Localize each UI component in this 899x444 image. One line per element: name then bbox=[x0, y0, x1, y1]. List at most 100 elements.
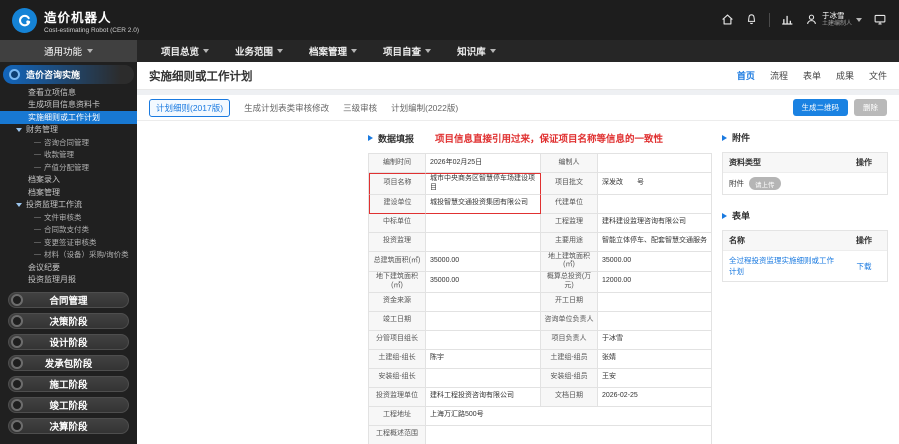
form-label: 安装组-组员 bbox=[541, 368, 598, 388]
nav-menu-item[interactable]: 项目自查 bbox=[383, 44, 432, 58]
sidebar-item-label: 文件审核类 bbox=[44, 212, 82, 222]
form-value bbox=[426, 213, 541, 233]
form-label: 投资监理单位 bbox=[369, 387, 426, 407]
nav-menu-item-label: 知识库 bbox=[457, 47, 486, 58]
content-row: 数据填报 项目信息直接引用过来，保证项目名称等信息的一致性 编制时间 2026年… bbox=[137, 121, 899, 444]
form-value: 35000.00 bbox=[598, 251, 712, 272]
nav-menu-item[interactable]: 档案管理 bbox=[309, 44, 358, 58]
form-value: 张婧 bbox=[598, 349, 712, 369]
sidebar-item[interactable]: 实施细则或工作计划 bbox=[0, 111, 137, 124]
table-row: 附件 请上传 bbox=[723, 172, 887, 194]
table-header-row: 资料类型 操作 bbox=[723, 153, 887, 172]
stage-pill[interactable]: 设计阶段 bbox=[8, 334, 129, 350]
tab[interactable]: 计划编制(2022版) bbox=[391, 102, 458, 114]
page-link[interactable]: 首页 bbox=[737, 69, 755, 82]
form-label: 土建组-组长 bbox=[369, 349, 426, 369]
section-arrow-icon bbox=[368, 135, 373, 141]
form-value bbox=[426, 425, 712, 444]
tab-label: 三级审核 bbox=[343, 102, 378, 113]
sidebar-item-label: 档案录入 bbox=[28, 175, 60, 185]
section-arrow-icon bbox=[722, 212, 727, 219]
sidebar-item[interactable]: 合同款支付类 bbox=[0, 224, 137, 237]
nav-menu-item-label: 项目自查 bbox=[383, 47, 422, 58]
sidebar-item[interactable]: 档案录入 bbox=[0, 174, 137, 187]
sidebar-item[interactable]: 生成项目信息资料卡 bbox=[0, 99, 137, 112]
form-value: 城市中央商务区智慧停车场建设项目 bbox=[426, 173, 541, 195]
stage-pill[interactable]: 竣工阶段 bbox=[8, 397, 129, 413]
form-value: 城投智慧交通投资集团有限公司 bbox=[426, 194, 541, 214]
delete-button[interactable]: 删除 bbox=[854, 99, 887, 116]
forms-rows: 全过程投资监理实施细则或工作计划 下载 bbox=[723, 250, 887, 281]
download-link[interactable]: 下载 bbox=[857, 261, 872, 272]
generate-qrcode-button[interactable]: 生成二维码 bbox=[792, 99, 848, 116]
page-link[interactable]: 文件 bbox=[869, 69, 887, 82]
home-icon[interactable] bbox=[721, 13, 734, 26]
form-value bbox=[598, 311, 712, 331]
ring-icon bbox=[11, 420, 23, 432]
sidebar-item[interactable]: 收款管理 bbox=[0, 149, 137, 162]
sidebar-item[interactable]: 档案管理 bbox=[0, 186, 137, 199]
sidebar-item[interactable]: 会议纪要 bbox=[0, 261, 137, 274]
form-value: 上海万汇路500号 bbox=[426, 406, 712, 426]
sidebar-item[interactable]: 财务管理 bbox=[0, 124, 137, 137]
nav-menu-item[interactable]: 知识库 bbox=[457, 44, 496, 58]
user-name: 于冰雪 bbox=[821, 11, 845, 21]
main-navbar: 通用功能 项目总览 业务范围 档案管理 项目自查 知识库 bbox=[0, 40, 899, 62]
stage-pill[interactable]: 发承包阶段 bbox=[8, 355, 129, 371]
form-value bbox=[598, 154, 712, 173]
page-link[interactable]: 表单 bbox=[803, 69, 821, 82]
stage-pill-label: 决算阶段 bbox=[49, 422, 88, 433]
attachments-panel: 附件 资料类型 操作 附件 请上传 bbox=[722, 131, 888, 195]
form-label: 工程概述范围 bbox=[369, 425, 426, 444]
table-row: 全过程投资监理实施细则或工作计划 下载 bbox=[723, 250, 887, 281]
sidebar-item[interactable]: 文件审核类 bbox=[0, 211, 137, 224]
sidebar-item[interactable]: 投资监理月报 bbox=[0, 274, 137, 287]
section-title: 表单 bbox=[732, 211, 751, 221]
form-label: 咨询单位负责人 bbox=[541, 311, 598, 331]
tab[interactable]: 计划细则(2017版) bbox=[149, 98, 231, 117]
tree-line bbox=[34, 154, 41, 156]
stage-pill[interactable]: 决算阶段 bbox=[8, 418, 129, 434]
form-row: 资金来源 开工日期 bbox=[369, 292, 712, 312]
sidebar-item[interactable]: 变更签证审核类 bbox=[0, 236, 137, 249]
form-row: 地下建筑面积(㎡) 35000.00 概算总投资(万元) 12000.00 bbox=[369, 272, 712, 293]
form-label: 工程监理 bbox=[541, 213, 598, 233]
monitor-icon[interactable] bbox=[873, 13, 887, 26]
form-label: 开工日期 bbox=[541, 292, 598, 312]
nav-menu-item[interactable]: 业务范围 bbox=[235, 44, 284, 58]
chevron-down-icon bbox=[351, 49, 358, 53]
tab[interactable]: 三级审核 bbox=[343, 102, 377, 114]
data-entry-form: 编制时间 2026年02月25日 编制人 项目名称 城市中央商务区智慧停车场建设… bbox=[368, 153, 712, 444]
tree-line bbox=[34, 166, 41, 168]
bell-icon[interactable] bbox=[745, 13, 758, 26]
page-link[interactable]: 成果 bbox=[836, 69, 854, 82]
upload-button[interactable]: 请上传 bbox=[749, 177, 781, 190]
stage-pill[interactable]: 合同管理 bbox=[8, 292, 129, 308]
stage-pill[interactable]: 决策阶段 bbox=[8, 313, 129, 329]
form-document-link[interactable]: 全过程投资监理实施细则或工作计划 bbox=[729, 255, 835, 277]
tree-line bbox=[34, 229, 41, 231]
sidebar-item[interactable]: 产值分配管理 bbox=[0, 161, 137, 174]
stage-pill-label: 竣工阶段 bbox=[49, 401, 88, 412]
tab[interactable]: 生成计划表类审核修改 bbox=[244, 102, 329, 114]
sidebar-section-header[interactable]: 造价咨询实施 bbox=[3, 65, 134, 84]
page-link-label: 表单 bbox=[802, 71, 821, 81]
app-logo[interactable]: 造价机器人 Cost-estimating Robot (CER 2.0) bbox=[12, 7, 139, 34]
tabs-bar: 计划细则(2017版) 生成计划表类审核修改 三级审核 计划编制(2022版) … bbox=[137, 95, 899, 121]
form-row: 土建组-组长 陈宇 土建组-组员 张婧 bbox=[369, 349, 712, 369]
sidebar-item[interactable]: 查看立项信息 bbox=[0, 86, 137, 99]
stage-pill[interactable]: 施工阶段 bbox=[8, 376, 129, 392]
page-link[interactable]: 流程 bbox=[770, 69, 788, 82]
section-arrow-icon bbox=[722, 134, 727, 141]
sidebar-item[interactable]: 咨询合同管理 bbox=[0, 136, 137, 149]
nav-menu-item[interactable]: 项目总览 bbox=[161, 44, 210, 58]
sidebar-item-label: 财务管理 bbox=[26, 125, 58, 135]
form-value: 智能立体停车、配套智慧交通服务 bbox=[598, 232, 712, 252]
sidebar-item[interactable]: 材料（设备）采购/询价类 bbox=[0, 249, 137, 262]
building-icon[interactable] bbox=[781, 13, 794, 26]
sidebar-item[interactable]: 投资监理工作流 bbox=[0, 199, 137, 212]
attachment-type-label: 附件 bbox=[729, 179, 744, 188]
user-menu[interactable]: 于冰雪 土建编制人 bbox=[805, 12, 862, 28]
nav-common-functions[interactable]: 通用功能 bbox=[0, 40, 137, 62]
ring-icon bbox=[11, 399, 23, 411]
